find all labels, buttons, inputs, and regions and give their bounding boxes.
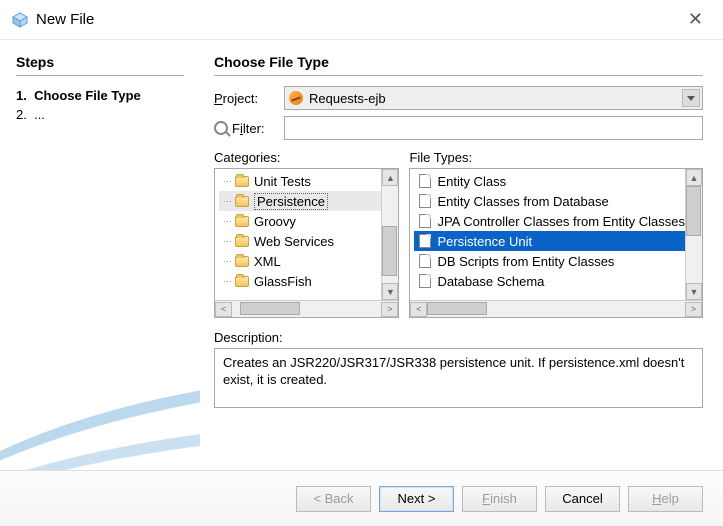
file-icon — [418, 174, 432, 188]
footer: < Back Next > Finish Cancel Help — [0, 470, 723, 526]
filetypes-hscroll[interactable]: <> — [410, 300, 702, 317]
file-icon — [418, 234, 432, 248]
content-panel: Choose File Type Project: Requests-ejb F… — [200, 40, 723, 470]
category-item[interactable]: ⋯Persistence — [219, 191, 381, 211]
filetype-item[interactable]: JPA Controller Classes from Entity Class… — [414, 211, 685, 231]
step-2: 2. ... — [16, 105, 184, 124]
decorative-swoosh — [0, 250, 200, 470]
description-box: Creates an JSR220/JSR317/JSR338 persiste… — [214, 348, 703, 408]
folder-icon — [235, 196, 249, 207]
project-value: Requests-ejb — [309, 91, 386, 106]
folder-icon — [235, 176, 249, 187]
filetype-item[interactable]: Persistence Unit — [414, 231, 685, 251]
filter-label: Filter: — [214, 121, 284, 136]
cube-icon — [12, 12, 28, 28]
help-button[interactable]: Help — [628, 486, 703, 512]
window-title: New File — [36, 11, 680, 28]
title-bar: New File ✕ — [0, 0, 723, 40]
category-item[interactable]: ⋯Unit Tests — [219, 171, 381, 191]
filetype-item[interactable]: Entity Class — [414, 171, 685, 191]
category-item[interactable]: ⋯GlassFish — [219, 271, 381, 291]
folder-icon — [235, 276, 249, 287]
steps-panel: Steps 1. Choose File Type 2. ... — [0, 40, 200, 470]
close-icon[interactable]: ✕ — [680, 5, 711, 34]
file-icon — [418, 274, 432, 288]
step-1: 1. Choose File Type — [16, 86, 184, 105]
project-label: Project: — [214, 91, 284, 106]
filetypes-vscroll[interactable]: ▲▼ — [685, 169, 702, 300]
steps-header: Steps — [16, 54, 184, 70]
filetypes-label: File Types: — [409, 150, 703, 165]
search-icon — [214, 121, 228, 135]
category-item[interactable]: ⋯Groovy — [219, 211, 381, 231]
cancel-button[interactable]: Cancel — [545, 486, 620, 512]
categories-vscroll[interactable]: ▲▼ — [381, 169, 398, 300]
folder-icon — [235, 256, 249, 267]
categories-label: Categories: — [214, 150, 399, 165]
project-icon — [289, 91, 303, 105]
folder-icon — [235, 216, 249, 227]
filetype-item[interactable]: Entity Classes from Database — [414, 191, 685, 211]
filetype-item[interactable]: DB Scripts from Entity Classes — [414, 251, 685, 271]
description-label: Description: — [214, 330, 703, 345]
back-button: < Back — [296, 486, 371, 512]
file-icon — [418, 194, 432, 208]
filter-input[interactable] — [284, 116, 703, 140]
categories-hscroll[interactable]: <> — [215, 300, 398, 317]
filetype-item[interactable]: Database Schema — [414, 271, 685, 291]
content-header: Choose File Type — [214, 54, 703, 70]
project-select[interactable]: Requests-ejb — [284, 86, 703, 110]
filetypes-list[interactable]: Entity ClassEntity Classes from Database… — [409, 168, 703, 318]
category-item[interactable]: ⋯XML — [219, 251, 381, 271]
category-item[interactable]: ⋯Web Services — [219, 231, 381, 251]
categories-list[interactable]: ⋯Unit Tests⋯Persistence⋯Groovy⋯Web Servi… — [214, 168, 399, 318]
finish-button: Finish — [462, 486, 537, 512]
chevron-down-icon[interactable] — [682, 89, 700, 107]
folder-icon — [235, 236, 249, 247]
file-icon — [418, 254, 432, 268]
next-button[interactable]: Next > — [379, 486, 454, 512]
file-icon — [418, 214, 432, 228]
